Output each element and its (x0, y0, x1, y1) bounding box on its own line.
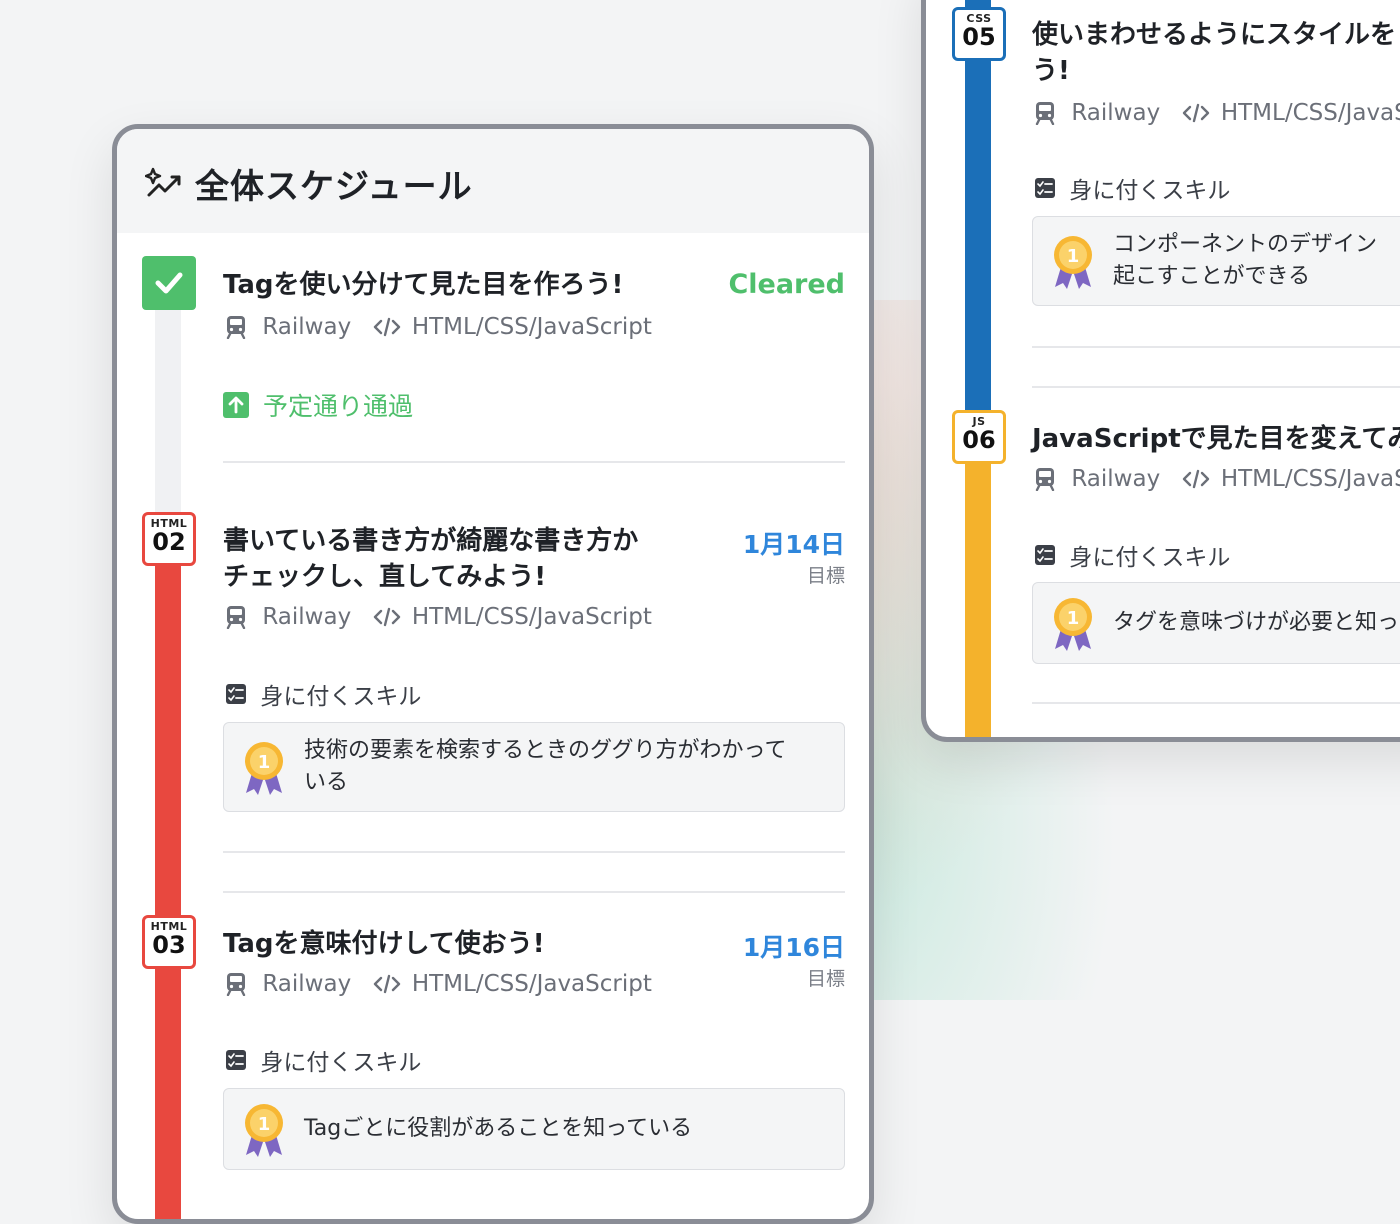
station-number: 03 (152, 931, 186, 959)
schedule-panel: 全体スケジュール Tagを使い分けて見た目を作ろう! Cleared Railw… (112, 124, 874, 1224)
skill-card: 1 Tagごとに役割があることを知っている (223, 1088, 845, 1170)
tech-label: HTML/CSS/JavaScript (411, 313, 652, 340)
skill-text: Tagごとに役割があることを知っている (304, 1116, 693, 1141)
tech-label: HTML/CSS/JavaScript (411, 970, 652, 997)
medal-icon: 1 (1054, 598, 1092, 651)
target-date-label: 目標 (806, 968, 845, 990)
target-date-label: 目標 (806, 565, 845, 587)
station-html-03: HTML 03 (142, 915, 196, 969)
station-number: 02 (152, 528, 186, 556)
passed-status: 予定通り通過 (223, 387, 413, 423)
item-title-line: 使いまわせるようにスタイルを (1032, 20, 1397, 50)
skill-card: 1 タグを意味づけが必要と知っ (1032, 582, 1400, 664)
skill-text-line: いる (304, 770, 349, 795)
train-icon (226, 972, 246, 996)
sparkle-icon (145, 167, 181, 197)
divider (1032, 386, 1400, 388)
skill-text-line: 技術の要素を検索するときのググり方がわかって (304, 738, 787, 763)
track-cleared (155, 289, 181, 549)
target-date: 1月14日 (742, 530, 845, 559)
skill-text-line: 起こすことができる (1113, 264, 1311, 289)
item-meta: Railway HTML/CSS/JavaScr (1034, 99, 1400, 126)
station-number: 06 (962, 426, 996, 454)
divider (1032, 346, 1400, 348)
code-icon (373, 974, 400, 993)
divider (223, 461, 845, 463)
provider-label: Railway (1071, 465, 1161, 492)
passed-label: 予定通り通過 (262, 392, 413, 421)
panel-header: 全体スケジュール (117, 129, 869, 233)
item-title[interactable]: JavaScriptで見た目を変えてみ (1032, 421, 1400, 457)
divider (1032, 702, 1400, 704)
item-title[interactable]: 書いている書き方が綺麗な書き方か チェックし、直してみよう! (223, 523, 638, 595)
skill-text-line: コンポーネントのデザイン (1113, 232, 1378, 257)
train-icon (226, 315, 246, 339)
skills-heading: 身に付くスキル (225, 677, 421, 711)
page-title: 全体スケジュール (195, 167, 473, 207)
medal-icon: 1 (1054, 236, 1092, 289)
skills-heading: 身に付くスキル (225, 1043, 421, 1077)
item-meta: Railway HTML/CSS/JavaScr (1034, 465, 1400, 492)
divider (223, 891, 845, 893)
checklist-icon (226, 684, 246, 704)
svg-text:1: 1 (258, 752, 271, 773)
skills-heading: 身に付くスキル (1034, 538, 1230, 572)
tech-label: HTML/CSS/JavaScr (1220, 99, 1400, 126)
train-icon (1035, 101, 1055, 125)
item-meta: Railway HTML/CSS/JavaScript (225, 313, 652, 340)
medal-icon: 1 (245, 742, 283, 795)
check-icon (155, 272, 183, 294)
checklist-icon (1035, 545, 1055, 565)
item-title-line: チェックし、直してみよう! (223, 562, 547, 592)
target-date: 1月16日 (742, 933, 845, 962)
skill-text: タグを意味づけが必要と知っ (1113, 610, 1400, 635)
status-badge: Cleared (728, 269, 845, 300)
tech-label: HTML/CSS/JavaScript (411, 603, 652, 630)
divider (223, 851, 845, 853)
station-html-02: HTML 02 (142, 512, 196, 566)
checklist-icon (226, 1050, 246, 1070)
skill-text: コンポーネントのデザイン 起こすことができる (1113, 229, 1377, 293)
skills-label: 身に付くスキル (1069, 178, 1231, 204)
medal-icon: 1 (245, 1104, 283, 1157)
train-icon (1035, 467, 1055, 491)
cleared-station (142, 256, 196, 310)
item-title-line: う! (1032, 56, 1070, 86)
skills-heading: 身に付くスキル (1034, 171, 1230, 205)
item-title[interactable]: 使いまわせるようにスタイルを う! (1032, 17, 1396, 89)
skills-label: 身に付くスキル (260, 684, 422, 710)
code-icon (1182, 103, 1209, 122)
svg-text:1: 1 (258, 1114, 271, 1135)
code-icon (373, 317, 400, 336)
station-js-06: JS 06 (952, 410, 1006, 464)
skill-card: 1 技術の要素を検索するときのググり方がわかって いる (223, 722, 845, 812)
skills-label: 身に付くスキル (1069, 545, 1231, 571)
item-title[interactable]: Tagを意味付けして使おう! (223, 926, 545, 962)
skills-label: 身に付くスキル (260, 1050, 422, 1076)
train-icon (226, 605, 246, 629)
track-js (965, 415, 991, 737)
provider-label: Railway (262, 313, 352, 340)
schedule-panel-secondary: CSS 05 使いまわせるようにスタイルを う! Railway HTML/CS… (921, 0, 1400, 742)
item-meta: Railway HTML/CSS/JavaScript (225, 970, 652, 997)
arrow-up-icon (223, 392, 249, 418)
provider-label: Railway (262, 970, 352, 997)
code-icon (1182, 469, 1209, 488)
station-number: 05 (962, 23, 996, 51)
station-css-05: CSS 05 (952, 7, 1006, 61)
svg-text:1: 1 (1067, 246, 1080, 267)
provider-label: Railway (1071, 99, 1161, 126)
item-title-line: 書いている書き方が綺麗な書き方か (223, 526, 639, 556)
checklist-icon (1035, 178, 1055, 198)
item-title[interactable]: Tagを使い分けて見た目を作ろう! (223, 267, 623, 303)
svg-text:1: 1 (1067, 608, 1080, 629)
tech-label: HTML/CSS/JavaScr (1220, 465, 1400, 492)
item-meta: Railway HTML/CSS/JavaScript (225, 603, 652, 630)
track-css (965, 0, 991, 415)
track-html (155, 549, 181, 1219)
provider-label: Railway (262, 603, 352, 630)
skill-card: 1 コンポーネントのデザイン 起こすことができる (1032, 216, 1400, 306)
skill-text: 技術の要素を検索するときのググり方がわかって いる (304, 735, 786, 799)
code-icon (373, 607, 400, 626)
